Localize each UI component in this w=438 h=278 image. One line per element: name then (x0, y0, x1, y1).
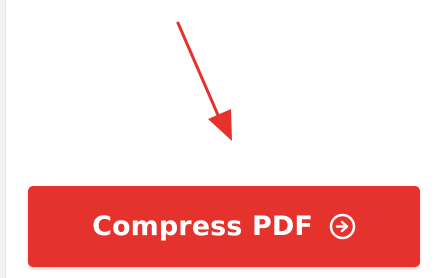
left-panel-border (0, 0, 6, 278)
compress-pdf-button[interactable]: Compress PDF (28, 186, 420, 267)
compress-pdf-button-label: Compress PDF (92, 211, 313, 242)
arrow-right-circle-icon (329, 213, 356, 240)
